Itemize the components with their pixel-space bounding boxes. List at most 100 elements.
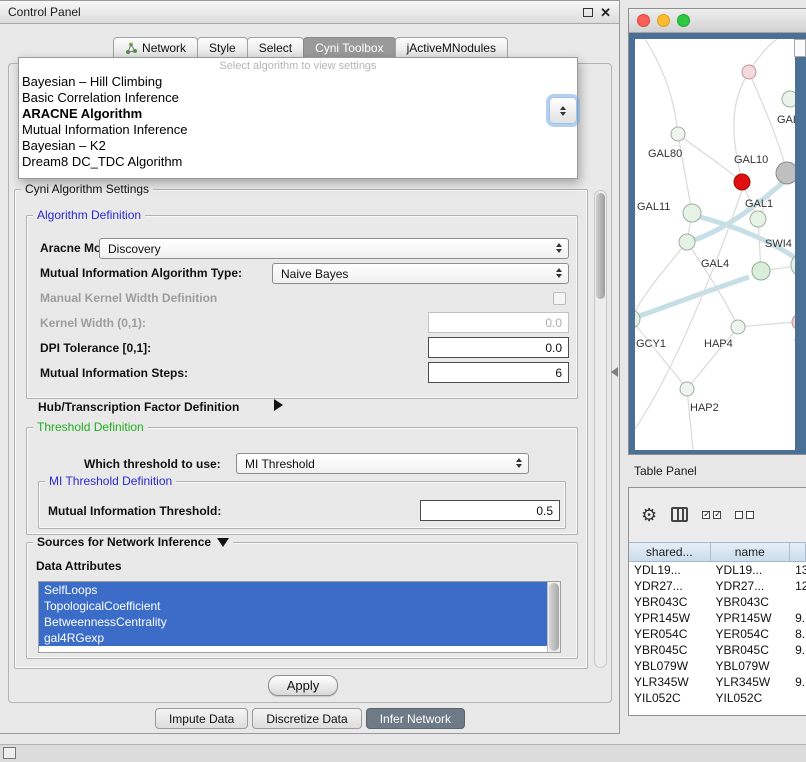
algorithm-option[interactable]: Bayesian – K2	[19, 138, 577, 154]
graph-node[interactable]	[683, 204, 701, 222]
panel-corner-icon[interactable]	[3, 747, 16, 759]
attribute-list-item[interactable]: SelfLoops	[39, 582, 547, 598]
table-row[interactable]: YDL19...YDL19...13	[629, 562, 806, 578]
bottom-status-strip	[0, 744, 806, 762]
deselect-checkboxes-icon[interactable]	[735, 511, 754, 519]
algorithm-definition-title: Algorithm Definition	[33, 208, 145, 222]
algorithm-option[interactable]: ARACNE Algorithm	[19, 106, 577, 122]
algorithm-option[interactable]: Bayesian – Hill Climbing	[19, 74, 577, 90]
close-icon[interactable]	[600, 6, 611, 19]
dropdown-placeholder: Select algorithm to view settings	[19, 60, 577, 73]
data-attributes-label: Data Attributes	[36, 559, 122, 573]
network-graph: GALGAL80GAL10GAL11GAL1SWI4GAL4GCY1HAP4YH…	[635, 39, 795, 450]
bottom-tab-discretize-data[interactable]: Discretize Data	[252, 708, 361, 729]
column-selector-icon[interactable]	[671, 507, 688, 522]
graph-node[interactable]	[671, 127, 685, 141]
network-frame: GALGAL80GAL10GAL11GAL1SWI4GAL4GCY1HAP4YH…	[629, 33, 806, 454]
mac-close-button[interactable]	[637, 14, 650, 27]
tab-select[interactable]: Select	[247, 37, 304, 59]
node-label: HAP2	[690, 402, 719, 414]
graph-node[interactable]	[752, 262, 770, 280]
collapse-arrow-icon[interactable]	[217, 538, 229, 547]
which-threshold-select[interactable]: MI Threshold	[236, 453, 529, 474]
table-cell: 9.	[790, 674, 806, 690]
bottom-tabbar: Impute DataDiscretize DataInfer Network	[0, 708, 620, 729]
sources-group-title[interactable]: Sources for Network Inference	[33, 535, 233, 549]
table-cell	[790, 594, 806, 610]
aracne-mode-select[interactable]: Discovery	[99, 238, 569, 259]
graph-node[interactable]	[734, 174, 750, 190]
node-label: GAL10	[734, 154, 768, 166]
graph-node[interactable]	[792, 314, 795, 330]
table-row[interactable]: YBL079WYBL079W	[629, 658, 806, 674]
panel-collapse-arrow-icon[interactable]	[611, 367, 618, 377]
table-row[interactable]: YER054CYER054C8.	[629, 626, 806, 642]
mac-minimize-button[interactable]	[657, 14, 670, 27]
network-canvas[interactable]: GALGAL80GAL10GAL11GAL1SWI4GAL4GCY1HAP4YH…	[635, 39, 795, 450]
node-label: Y	[794, 338, 795, 350]
graph-node[interactable]	[750, 211, 766, 227]
table-cell: YBR045C	[629, 642, 711, 658]
algorithm-option[interactable]: Mutual Information Inference	[19, 122, 577, 138]
table-row[interactable]: YBR045CYBR045C9.	[629, 642, 806, 658]
tab-network[interactable]: Network	[113, 37, 198, 59]
network-window-titlebar	[629, 9, 806, 33]
node-label: GAL	[777, 114, 795, 126]
graph-node[interactable]	[782, 91, 795, 107]
settings-scrollbar[interactable]	[594, 190, 607, 668]
attribute-list-item[interactable]: BetweennessCentrality	[39, 614, 547, 630]
gear-icon[interactable]	[641, 506, 657, 524]
table-row[interactable]: YDR27...YDR27...12	[629, 578, 806, 594]
settings-scrollbar-thumb[interactable]	[596, 193, 605, 299]
tab-cyni-toolbox[interactable]: Cyni Toolbox	[303, 37, 395, 59]
table-row[interactable]: YBR043CYBR043C	[629, 594, 806, 610]
table-row[interactable]: YLR345WYLR345W9.	[629, 674, 806, 690]
attribute-list-item[interactable]: gal4RGexp	[39, 630, 547, 646]
mi-steps-field[interactable]: 6	[428, 362, 569, 383]
graph-node[interactable]	[731, 320, 745, 334]
table-header-row: shared...name	[629, 542, 806, 562]
graph-node[interactable]	[680, 382, 694, 396]
graph-node[interactable]	[679, 234, 695, 250]
mi-threshold-group-title: MI Threshold Definition	[45, 474, 176, 488]
mac-zoom-button[interactable]	[677, 14, 690, 27]
attributes-scrollbar[interactable]	[547, 582, 560, 652]
network-scrollbar[interactable]	[794, 39, 806, 57]
mi-threshold-field[interactable]: 0.5	[420, 500, 560, 521]
algorithm-option[interactable]: Dream8 DC_TDC Algorithm	[19, 154, 577, 170]
bottom-tab-infer-network[interactable]: Infer Network	[366, 708, 465, 729]
select-all-checkboxes-icon[interactable]	[702, 511, 721, 519]
attribute-list-item[interactable]: TopologicalCoefficient	[39, 598, 547, 614]
column-header[interactable]: name	[711, 543, 791, 561]
expand-arrow-icon[interactable]	[274, 399, 283, 411]
bottom-tab-impute-data[interactable]: Impute Data	[155, 708, 248, 729]
tab-jactivemnodules[interactable]: jActiveMNodules	[395, 37, 508, 59]
algorithm-option[interactable]: Basic Correlation Inference	[19, 90, 577, 106]
attributes-scrollbar-thumb[interactable]	[549, 583, 559, 651]
dpi-tolerance-field[interactable]: 0.0	[428, 337, 569, 358]
column-header[interactable]	[790, 543, 806, 561]
table-row[interactable]: YIL052CYIL052C	[629, 690, 806, 706]
aracne-mode-value: Discovery	[108, 242, 161, 256]
graph-node[interactable]	[776, 162, 795, 184]
tab-label: jActiveMNodules	[407, 41, 496, 55]
table-cell: 9.	[790, 610, 806, 626]
graph-node[interactable]	[742, 65, 756, 79]
table-cell: YBR043C	[629, 594, 711, 610]
mi-algorithm-type-select[interactable]: Naive Bayes	[272, 263, 569, 284]
float-window-icon[interactable]	[583, 8, 593, 17]
data-attributes-list[interactable]: SelfLoopsTopologicalCoefficientBetweenne…	[38, 581, 561, 653]
table-row[interactable]: YPR145WYPR145W9.	[629, 610, 806, 626]
column-header[interactable]: shared...	[629, 543, 711, 561]
tab-label: Network	[142, 41, 186, 55]
network-tab-icon	[125, 42, 137, 54]
table-cell: 9.	[790, 642, 806, 658]
tab-label: Cyni Toolbox	[315, 41, 383, 55]
graph-edge	[687, 389, 693, 450]
table-cell: YIL052C	[711, 690, 791, 706]
algorithm-combo-button[interactable]	[549, 97, 577, 124]
graph-node[interactable]	[635, 310, 640, 328]
apply-button[interactable]: Apply	[268, 675, 338, 696]
tab-style[interactable]: Style	[197, 37, 248, 59]
hub-section-header[interactable]: Hub/Transcription Factor Definition	[38, 400, 239, 414]
